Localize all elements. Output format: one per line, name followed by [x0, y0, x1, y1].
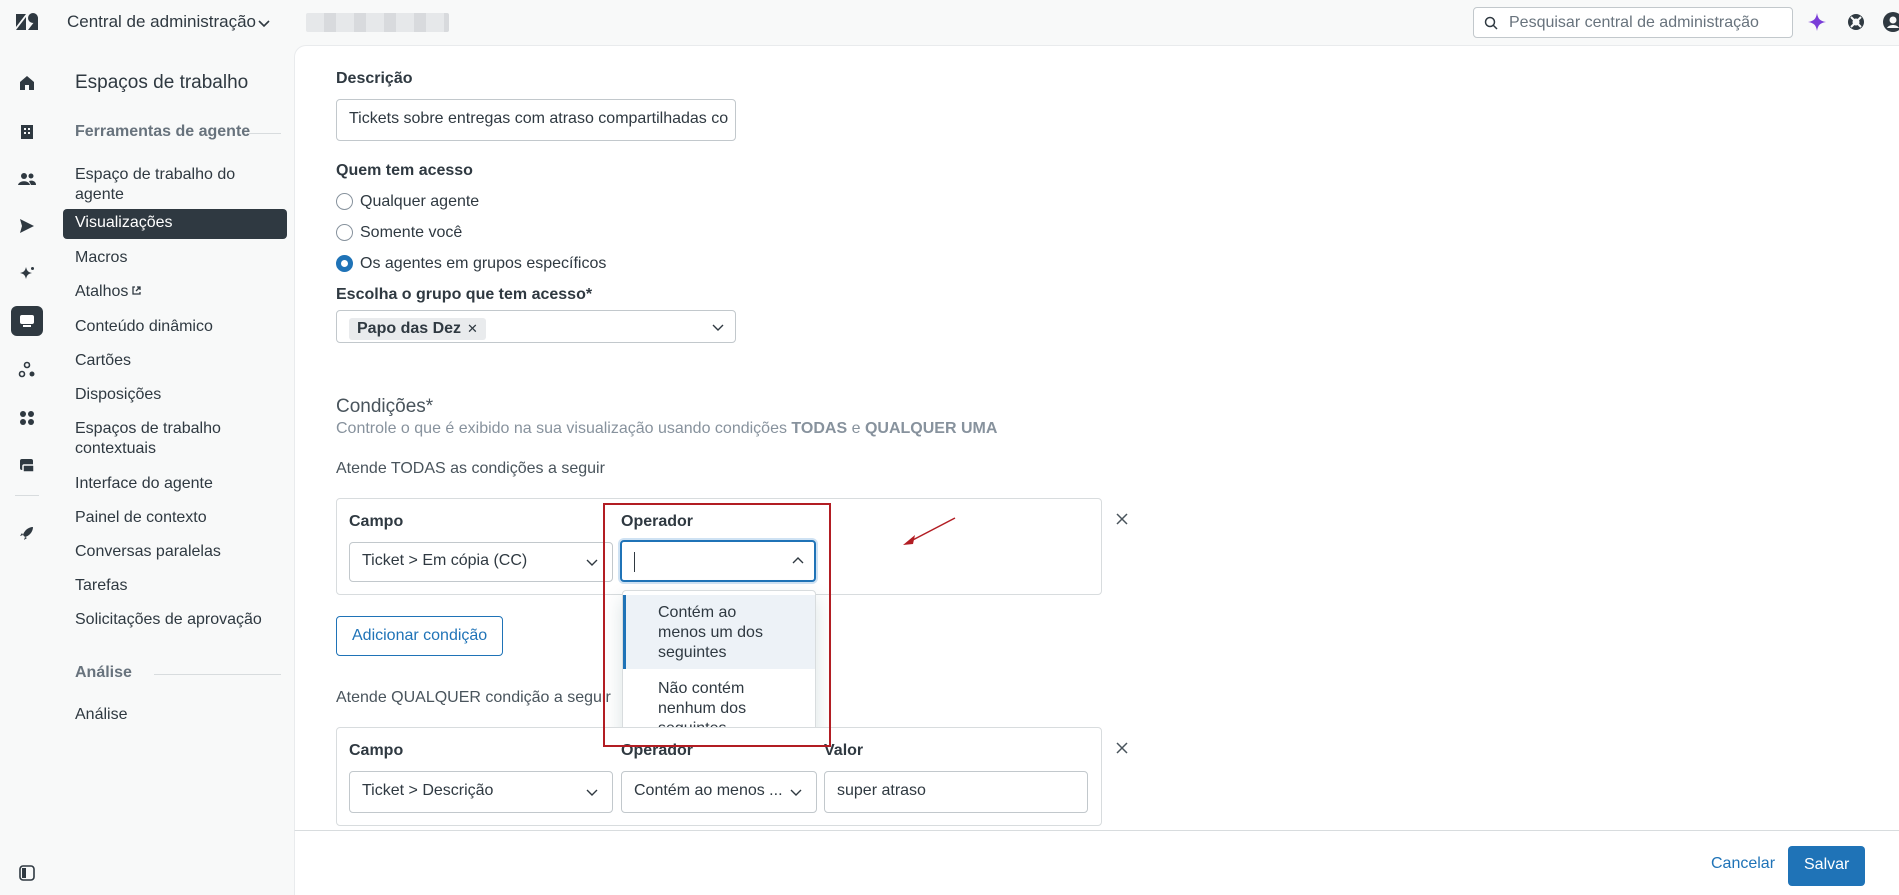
- radio-specific-groups[interactable]: [336, 255, 353, 272]
- help-lifebuoy-icon[interactable]: [1845, 11, 1867, 33]
- conditions-help-any: QUALQUER UMA: [864, 420, 998, 437]
- operator-select-value: Contém ao menos ...: [634, 782, 783, 799]
- chevron-down-icon: [586, 559, 598, 566]
- home-icon[interactable]: [15, 71, 39, 95]
- description-label: Descrição: [336, 70, 413, 87]
- building-icon[interactable]: [15, 120, 39, 144]
- people-icon[interactable]: [15, 167, 39, 191]
- conditions-help-all: TODAS: [791, 420, 848, 437]
- rail-divider: [15, 495, 39, 496]
- user-avatar-icon[interactable]: [1882, 11, 1899, 33]
- add-condition-button[interactable]: Adicionar condição: [336, 616, 504, 656]
- field-select-value: Ticket > Descrição: [362, 782, 494, 799]
- sidebar-item-label: Atalhos: [75, 283, 129, 300]
- rocket-icon[interactable]: [15, 521, 39, 545]
- objects-rules-icon[interactable]: [15, 358, 39, 382]
- sidebar-item-views[interactable]: Visualizações: [63, 209, 287, 239]
- sidebar-item-layouts[interactable]: Disposições: [63, 381, 287, 409]
- cancel-button[interactable]: Cancelar: [1711, 855, 1775, 873]
- conditions-help-and: e: [847, 420, 865, 437]
- top-bar: Central de administração Pesquisar centr…: [0, 0, 1899, 45]
- ai-sparkle-icon[interactable]: [1806, 11, 1828, 33]
- chevron-down-icon[interactable]: [711, 320, 725, 334]
- collapse-sidebar-icon[interactable]: [18, 864, 36, 882]
- send-icon[interactable]: [15, 214, 39, 238]
- channels-icon[interactable]: [15, 453, 39, 477]
- conditions-title: Condições*: [336, 396, 434, 417]
- sidebar-item-dynamic-content[interactable]: Conteúdo dinâmico: [63, 313, 287, 341]
- conditions-help-text: Controle o que é exibido na sua visualiz…: [336, 420, 792, 437]
- any-conditions-heading: Atende QUALQUER condição a seguir: [336, 689, 611, 706]
- chevron-down-icon[interactable]: [256, 15, 272, 31]
- field-select[interactable]: Ticket > Em cópia (CC): [349, 542, 613, 582]
- section-divider: [248, 133, 281, 134]
- value-input[interactable]: super atraso: [824, 771, 1088, 813]
- section-analysis: Análise: [75, 664, 132, 681]
- field-select[interactable]: Ticket > Descrição: [349, 771, 613, 813]
- account-name-redacted: [306, 13, 449, 32]
- search-icon: [1484, 16, 1498, 30]
- external-link-icon: [132, 286, 142, 295]
- radio-any-agent-label[interactable]: Qualquer agente: [360, 193, 479, 211]
- app-title[interactable]: Central de administração: [67, 12, 256, 32]
- sidebar-item-contextual-workspaces[interactable]: Espaços de trabalho contextuais: [63, 415, 287, 463]
- search-placeholder: Pesquisar central de administração: [1509, 14, 1759, 31]
- field-label: Campo: [349, 742, 404, 759]
- remove-condition-icon[interactable]: [1115, 512, 1129, 526]
- main-content: Descrição Tickets sobre entregas com atr…: [294, 45, 1899, 830]
- sidebar-item-agent-workspace[interactable]: Espaço de trabalho do agente: [63, 161, 287, 209]
- all-conditions-heading: Atende TODAS as condições a seguir: [336, 460, 605, 477]
- radio-only-you[interactable]: [336, 224, 353, 241]
- sidebar-item-macros[interactable]: Macros: [63, 244, 287, 272]
- chevron-down-icon: [586, 789, 598, 796]
- access-label: Quem tem acesso: [336, 162, 473, 179]
- radio-specific-groups-label[interactable]: Os agentes em grupos específicos: [360, 255, 606, 273]
- group-tag: Papo das Dez ✕: [349, 318, 486, 340]
- group-label: Escolha o grupo que tem acesso*: [336, 286, 593, 303]
- sidebar-item-cards[interactable]: Cartões: [63, 347, 287, 375]
- annotation-arrow: [903, 517, 956, 545]
- radio-only-you-label[interactable]: Somente você: [360, 224, 462, 242]
- section-agent-tools: Ferramentas de agente: [75, 123, 251, 140]
- footer-bar: Cancelar Salvar: [294, 830, 1899, 895]
- sidebar-item-analysis[interactable]: Análise: [63, 701, 287, 729]
- section-divider: [154, 674, 281, 675]
- conditions-help: Controle o que é exibido na sua visualiz…: [336, 420, 997, 438]
- sidebar-item-tasks[interactable]: Tarefas: [63, 572, 287, 600]
- operator-select[interactable]: Contém ao menos ...: [621, 771, 817, 813]
- search-input[interactable]: Pesquisar central de administração: [1473, 7, 1793, 38]
- sidebar-item-context-panel[interactable]: Painel de contexto: [63, 504, 287, 532]
- workspaces-icon[interactable]: [11, 306, 43, 336]
- zendesk-logo-icon[interactable]: [14, 11, 40, 33]
- remove-condition-icon[interactable]: [1115, 741, 1129, 755]
- apps-integrations-icon[interactable]: [15, 406, 39, 430]
- field-label: Campo: [349, 513, 404, 530]
- group-tag-label: Papo das Dez: [357, 320, 462, 337]
- chevron-down-icon: [790, 789, 802, 796]
- sidebar-title: Espaços de trabalho: [75, 72, 249, 93]
- sidebar-item-shortcuts[interactable]: Atalhos: [63, 278, 287, 306]
- product-icon-rail: [0, 45, 55, 895]
- secondary-nav: Espaços de trabalho Ferramentas de agent…: [55, 45, 293, 895]
- sidebar-item-agent-interface[interactable]: Interface do agente: [63, 470, 287, 498]
- sidebar-item-side-conversations[interactable]: Conversas paralelas: [63, 538, 287, 566]
- radio-any-agent[interactable]: [336, 193, 353, 210]
- sidebar-item-approval-requests[interactable]: Solicitações de aprovação: [63, 606, 287, 634]
- remove-tag-icon[interactable]: ✕: [467, 321, 478, 336]
- group-multiselect[interactable]: Papo das Dez ✕: [336, 310, 736, 343]
- field-select-value: Ticket > Em cópia (CC): [362, 552, 528, 569]
- annotation-highlight-box: [603, 503, 831, 747]
- sparkle-ai-icon[interactable]: [15, 262, 39, 286]
- description-input[interactable]: Tickets sobre entregas com atraso compar…: [336, 99, 736, 141]
- save-button[interactable]: Salvar: [1788, 846, 1866, 886]
